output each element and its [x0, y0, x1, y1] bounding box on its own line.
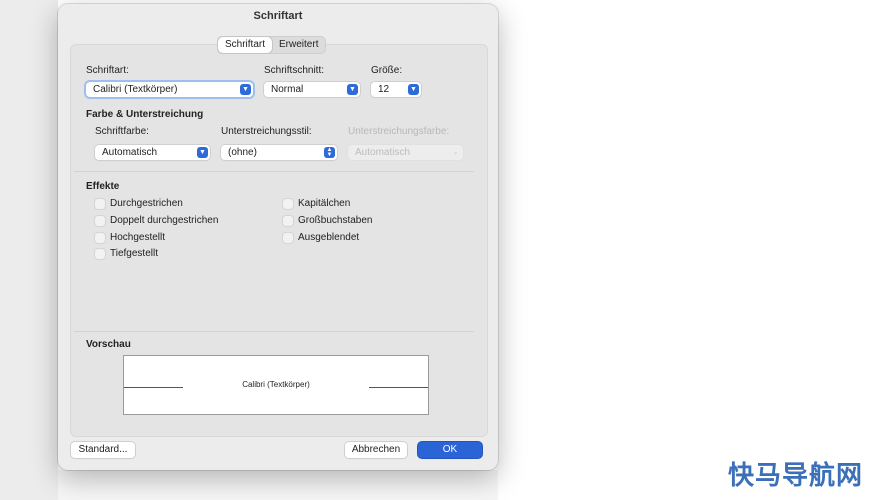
section-divider [74, 331, 474, 332]
font-color-select[interactable]: Automatisch ▼ [95, 145, 210, 160]
underline-style-value: (ohne) [228, 147, 257, 158]
cancel-button[interactable]: Abbrechen [345, 442, 407, 458]
checkbox-hochgestellt[interactable]: Hochgestellt [95, 232, 165, 243]
font-size-label: Größe: [371, 65, 403, 76]
checkbox-box[interactable] [95, 198, 105, 209]
checkbox-label: Tiefgestellt [110, 248, 158, 259]
font-size-select[interactable]: 12 ▼ [371, 82, 421, 97]
effects-heading: Effekte [86, 181, 120, 192]
checkbox-durchgestrichen[interactable]: Durchgestrichen [95, 198, 183, 209]
underline-style-select[interactable]: (ohne) ▲ ▼ [221, 145, 337, 160]
preview-baseline-right [369, 387, 428, 388]
dialog-title: Schriftart [253, 10, 303, 22]
chevron-down-icon: ▼ [408, 84, 419, 95]
site-watermark: 快马导航网 [727, 461, 863, 491]
ok-button[interactable]: OK [418, 442, 482, 458]
checkbox-kapitaelchen[interactable]: Kapitälchen [283, 198, 350, 209]
checkbox-box[interactable] [95, 248, 105, 259]
checkbox-tiefgestellt[interactable]: Tiefgestellt [95, 248, 158, 259]
underline-style-label: Unterstreichungsstil: [221, 126, 312, 137]
tab-erweitert[interactable]: Erweitert [272, 37, 325, 53]
document-margin [0, 0, 58, 500]
font-style-value: Normal [271, 84, 304, 95]
font-color-label: Schriftfarbe: [95, 126, 149, 137]
checkbox-grossbuchstaben[interactable]: Großbuchstaben [283, 215, 373, 226]
checkbox-label: Ausgeblendet [298, 232, 360, 243]
section-divider [74, 171, 474, 172]
underline-color-value: Automatisch [355, 147, 411, 158]
chevron-down-icon: ▼ [197, 147, 208, 158]
font-select-value: Calibri (Textkörper) [93, 84, 178, 95]
checkbox-label: Großbuchstaben [298, 215, 373, 226]
font-color-value: Automatisch [102, 147, 158, 158]
font-select[interactable]: Calibri (Textkörper) ▼ [86, 82, 253, 97]
tab-schriftart[interactable]: Schriftart [218, 37, 273, 53]
checkbox-label: Doppelt durchgestrichen [110, 215, 219, 226]
chevron-down-icon: ⌄ [452, 149, 459, 156]
font-dialog: Schriftart Schriftart Erweitert Schrifta… [58, 4, 498, 470]
preview-heading: Vorschau [86, 339, 131, 350]
checkbox-label: Durchgestrichen [110, 198, 183, 209]
checkbox-box[interactable] [283, 232, 293, 243]
font-size-value: 12 [378, 84, 390, 95]
color-underline-heading: Farbe & Unterstreichung [86, 109, 204, 120]
checkbox-box[interactable] [95, 215, 105, 226]
checkbox-box[interactable] [283, 215, 293, 226]
checkbox-box[interactable] [95, 232, 105, 243]
default-button[interactable]: Standard... [71, 442, 135, 458]
chevron-down-icon: ▼ [347, 84, 358, 95]
checkbox-label: Hochgestellt [110, 232, 166, 243]
checkbox-box[interactable] [283, 198, 293, 209]
tab-bar: Schriftart Erweitert [217, 36, 327, 54]
font-style-label: Schriftschnitt: [264, 65, 325, 76]
chevron-updown-icon: ▲ ▼ [324, 147, 335, 158]
underline-color-select: Automatisch ⌄ [348, 145, 463, 160]
checkbox-doppelt-durchgestrichen[interactable]: Doppelt durchgestrichen [95, 215, 218, 226]
font-style-select[interactable]: Normal ▼ [264, 82, 360, 97]
checkbox-label: Kapitälchen [298, 198, 351, 209]
document-margin-bottom [58, 470, 498, 500]
font-label: Schriftart: [86, 65, 129, 76]
checkbox-ausgeblendet[interactable]: Ausgeblendet [283, 232, 359, 243]
underline-color-label: Unterstreichungsfarbe: [348, 126, 450, 137]
preview-box: Calibri (Textkörper) [123, 355, 429, 415]
chevron-down-icon: ▼ [240, 84, 251, 95]
